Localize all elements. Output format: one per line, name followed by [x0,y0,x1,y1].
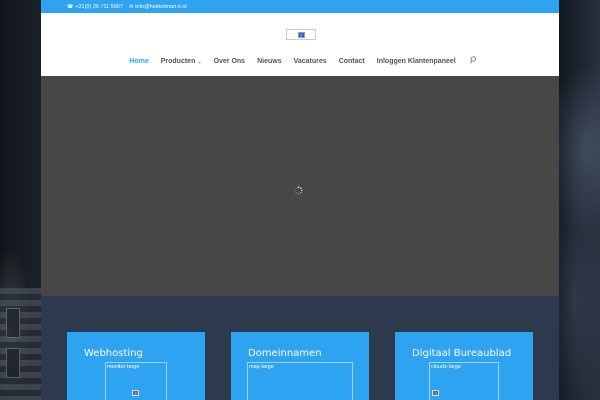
broken-image-icon: ? [132,390,139,396]
card-image: monitor-large ? [105,362,167,400]
nav-contact[interactable]: Contact [339,58,365,65]
rack-slot [6,348,20,378]
card-image: map-large [247,362,353,400]
image-alt-text: monitor-large [107,364,140,370]
server-rack-decoration [0,288,41,400]
card-title: Digitaal Bureaublad [412,348,512,359]
main-navigation: Home Producten ⌄ Over Ons Nieuws Vacature… [41,56,559,66]
site-header: ? Home Producten ⌄ Over Ons Nieuws Vacatu… [41,13,559,76]
nav-nieuws[interactable]: Nieuws [257,58,282,65]
image-alt-text: clouds-large [431,364,461,370]
broken-image-icon: ? [432,390,439,396]
phone-number: +31(0) 26 711 5067 [75,3,123,10]
nav-over-ons[interactable]: Over Ons [214,58,246,65]
spinner-icon [294,182,303,195]
rack-slot [6,308,20,338]
service-card-webhosting[interactable]: Webhosting monitor-large ? [67,332,205,400]
card-image: clouds-large ? [429,362,499,400]
nav-producten[interactable]: Producten ⌄ [161,58,202,65]
nav-home[interactable]: Home [129,58,148,65]
chevron-down-icon: ⌄ [197,58,202,65]
broken-image-icon: ? [297,31,305,38]
search-icon[interactable] [469,56,477,66]
top-bar: ☎ +31(0) 26 711 5067 ✉ info@hekkelman-it… [41,0,559,13]
service-card-domeinnamen[interactable]: Domeinnamen map-large [231,332,369,400]
hero-slider [41,76,559,296]
nav-producten-label: Producten [160,57,196,65]
site-logo[interactable]: ? [286,29,316,40]
card-title: Webhosting [84,348,143,359]
service-card-digitaal-bureaublad[interactable]: Digitaal Bureaublad clouds-large ? [395,332,533,400]
image-alt-text: map-large [249,364,274,370]
page-container: ☎ +31(0) 26 711 5067 ✉ info@hekkelman-it… [41,0,559,400]
card-title: Domeinnamen [248,348,322,359]
services-section: Webhosting monitor-large ? Domeinnamen m… [41,296,559,400]
nav-inloggen-klantenpaneel[interactable]: Inloggen Klantenpaneel [377,58,456,65]
phone-icon: ☎ [67,3,74,10]
envelope-icon: ✉ [129,3,134,10]
email-address: info@hekkelman-it.nl [135,3,187,10]
phone-contact[interactable]: ☎ +31(0) 26 711 5067 [67,4,123,10]
nav-vacatures[interactable]: Vacatures [294,58,327,65]
email-contact[interactable]: ✉ info@hekkelman-it.nl [129,4,187,10]
